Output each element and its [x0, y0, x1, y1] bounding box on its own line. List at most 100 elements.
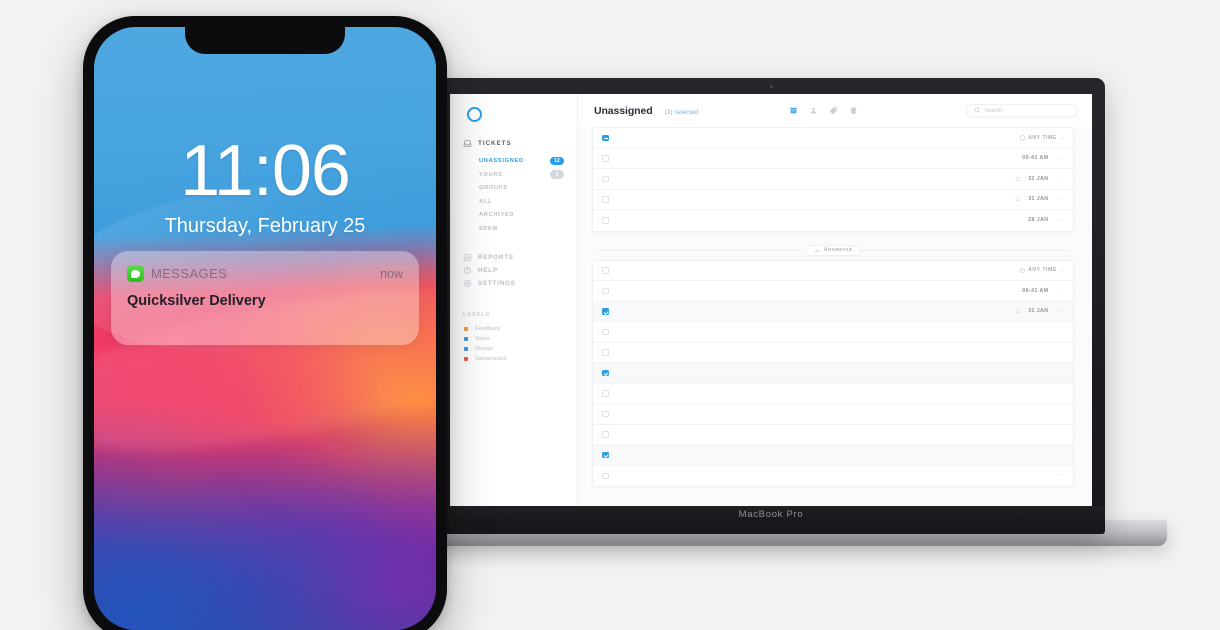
- badge-unassigned: 12: [550, 156, 564, 166]
- help-circle-icon: [463, 266, 472, 274]
- device-label: MacBook Pro: [738, 508, 804, 520]
- sidebar-item-reports[interactable]: REPORTS: [450, 251, 577, 264]
- sidebar-item-spam[interactable]: SPAM: [479, 223, 577, 235]
- page-title-group: Unassigned · (3) selected: [594, 105, 698, 117]
- sidebar-item-unassigned[interactable]: UNASSIGNED 12: [479, 155, 577, 167]
- row-more-button[interactable]: ···: [1056, 155, 1065, 162]
- table-row[interactable]: [593, 445, 1073, 466]
- label-item-design[interactable]: Design: [450, 344, 577, 354]
- sidebar-item-settings[interactable]: SETTINGS: [450, 277, 577, 290]
- sidebar-item-yours[interactable]: YOURS 3: [479, 169, 577, 181]
- sidebar-item-help[interactable]: HELP: [450, 264, 577, 277]
- row-checkbox[interactable]: [602, 369, 609, 376]
- row-checkbox[interactable]: [602, 308, 609, 315]
- lockscreen-date: Thursday, February 25: [164, 215, 366, 237]
- notification-app-name: MESSAGES: [151, 266, 228, 281]
- row-more-button[interactable]: ···: [1056, 308, 1065, 315]
- label-item-samartstack[interactable]: Samartstack: [450, 354, 577, 364]
- app-logo[interactable]: [450, 107, 577, 122]
- row-checkbox[interactable]: [602, 431, 609, 438]
- row-checkbox[interactable]: [602, 217, 609, 224]
- table-row[interactable]: 09:41 AM ···: [593, 281, 1073, 302]
- lockscreen-clock: 11:06 Thursday, February 25: [94, 135, 436, 238]
- sidebar-item-all[interactable]: ALL: [479, 196, 577, 208]
- trash-icon[interactable]: [849, 106, 858, 115]
- row-timestamp: 31 JAN: [1028, 196, 1049, 203]
- archive-icon[interactable]: [789, 106, 798, 115]
- table-row[interactable]: 31 JAN ···: [593, 301, 1073, 322]
- row-more-button[interactable]: ···: [1056, 175, 1065, 182]
- sidebar-item-label: YOURS: [479, 171, 503, 178]
- chart-icon: [463, 253, 472, 261]
- webcam-icon: [769, 85, 773, 88]
- row-more-button[interactable]: ···: [1056, 472, 1065, 479]
- selection-count: (3) selected: [664, 108, 699, 116]
- row-checkbox[interactable]: [602, 328, 609, 335]
- row-checkbox[interactable]: [602, 451, 609, 458]
- table-row[interactable]: 31 JAN ···: [593, 169, 1073, 190]
- search-placeholder: Search: [984, 107, 1003, 114]
- ring-logo-icon: [467, 107, 482, 122]
- row-more-button[interactable]: ···: [1056, 217, 1065, 224]
- label-color-dot: [464, 346, 468, 351]
- time-filter-label: ANY TIME: [1028, 134, 1057, 141]
- clock-icon: [1019, 135, 1026, 141]
- table-row[interactable]: [593, 342, 1073, 363]
- chat-bubble-icon: [1015, 308, 1021, 314]
- ticket-group-unanswered: ANY TIME ⌄ 09:41 AM ··· 31 JAN ··· 31 JA…: [592, 127, 1074, 232]
- row-checkbox[interactable]: [602, 410, 609, 417]
- row-checkbox[interactable]: [602, 175, 609, 182]
- ticket-list: ANY TIME ⌄ 09:41 AM ··· 31 JAN ··· 31 JA…: [578, 127, 1092, 506]
- iphone-screen: 11:06 Thursday, February 25 MESSAGES now…: [94, 27, 436, 630]
- table-row[interactable]: 09:41 AM ···: [593, 148, 1073, 169]
- table-row[interactable]: [593, 363, 1073, 384]
- ticket-group-answered: ANY TIME ⌄ 09:41 AM ··· 31 JAN ··· ···: [592, 259, 1074, 487]
- sidebar-item-groups[interactable]: GROUPS: [479, 182, 577, 194]
- sidebar-item-archived[interactable]: ARCHIVED: [479, 209, 577, 221]
- table-row[interactable]: 28 JAN ···: [593, 210, 1073, 231]
- row-checkbox[interactable]: [602, 472, 609, 479]
- main-panel: Unassigned · (3) selected Search ANY TIM…: [578, 94, 1092, 506]
- tag-icon[interactable]: [829, 106, 838, 115]
- table-row[interactable]: ···: [593, 465, 1073, 486]
- search-input[interactable]: Search: [966, 104, 1078, 117]
- divider-label: Answered: [823, 247, 853, 253]
- sidebar-tickets-label: TICKETS: [478, 140, 512, 147]
- sidebar-item-label: ARCHIVED: [479, 212, 515, 218]
- row-checkbox[interactable]: [602, 267, 609, 274]
- row-more-button[interactable]: ···: [1056, 287, 1065, 294]
- select-all-checkbox[interactable]: [602, 134, 609, 141]
- table-row[interactable]: ANY TIME ⌄: [593, 128, 1073, 149]
- notification-card[interactable]: MESSAGES now Quicksilver Delivery: [111, 251, 419, 345]
- row-checkbox[interactable]: [602, 155, 609, 162]
- sidebar-section-tickets: TICKETS: [450, 139, 577, 148]
- label-item-sales[interactable]: Sales: [450, 334, 577, 344]
- table-row[interactable]: [593, 322, 1073, 343]
- assign-user-icon[interactable]: [809, 106, 818, 115]
- table-row[interactable]: ANY TIME ⌄: [593, 260, 1073, 281]
- time-filter-dropdown[interactable]: ANY TIME ⌄: [1019, 267, 1064, 274]
- notification-timestamp: now: [380, 266, 403, 281]
- chat-bubble-icon: [1015, 196, 1021, 202]
- row-checkbox[interactable]: [602, 196, 609, 203]
- chevron-down-icon: ⌄: [1059, 267, 1064, 274]
- macbook-device: TICKETS UNASSIGNED 12 YOURS 3 GROUPS ALL…: [377, 78, 1167, 546]
- label-name: Feedback: [475, 325, 501, 332]
- table-row[interactable]: [593, 404, 1073, 425]
- ticket-app: TICKETS UNASSIGNED 12 YOURS 3 GROUPS ALL…: [450, 94, 1092, 506]
- table-row[interactable]: [593, 424, 1073, 445]
- table-row[interactable]: 31 JAN ···: [593, 189, 1073, 210]
- time-filter-label: ANY TIME: [1028, 267, 1057, 274]
- messages-icon: [127, 265, 144, 282]
- notification-title: Quicksilver Delivery: [127, 293, 266, 309]
- inbox-icon: [463, 140, 472, 147]
- row-more-button[interactable]: ···: [1056, 196, 1065, 203]
- iphone-device: 11:06 Thursday, February 25 MESSAGES now…: [83, 16, 447, 630]
- time-filter-dropdown[interactable]: ANY TIME ⌄: [1019, 134, 1064, 141]
- label-item-feedback[interactable]: Feedback: [450, 324, 577, 334]
- title-separator: ·: [657, 108, 660, 116]
- row-checkbox[interactable]: [602, 349, 609, 356]
- table-row[interactable]: [593, 383, 1073, 404]
- row-checkbox[interactable]: [602, 390, 609, 397]
- row-checkbox[interactable]: [602, 287, 609, 294]
